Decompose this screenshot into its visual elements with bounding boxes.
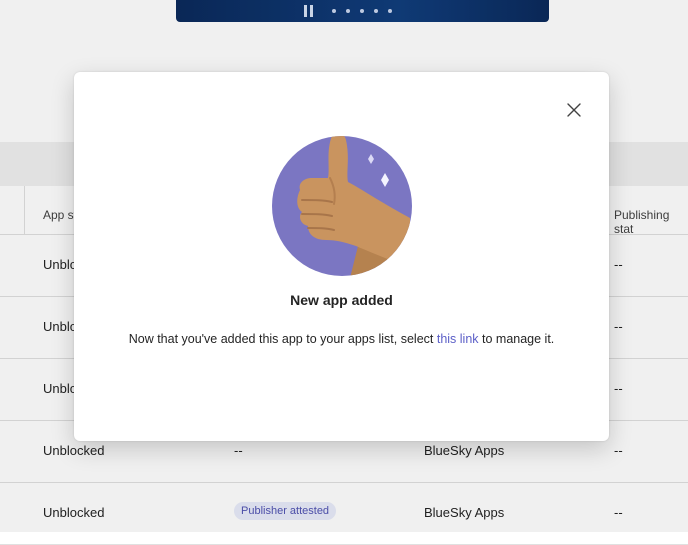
new-app-added-dialog: New app added Now that you've added this… [74, 72, 609, 441]
dialog-message: Now that you've added this app to your a… [74, 332, 609, 346]
message-text-after: to manage it. [478, 332, 555, 346]
close-icon[interactable] [564, 100, 584, 120]
manage-app-link[interactable]: this link [437, 332, 479, 346]
message-text-before: Now that you've added this app to your a… [128, 332, 437, 346]
thumbs-up-icon [270, 128, 414, 276]
dialog-title: New app added [290, 292, 393, 308]
